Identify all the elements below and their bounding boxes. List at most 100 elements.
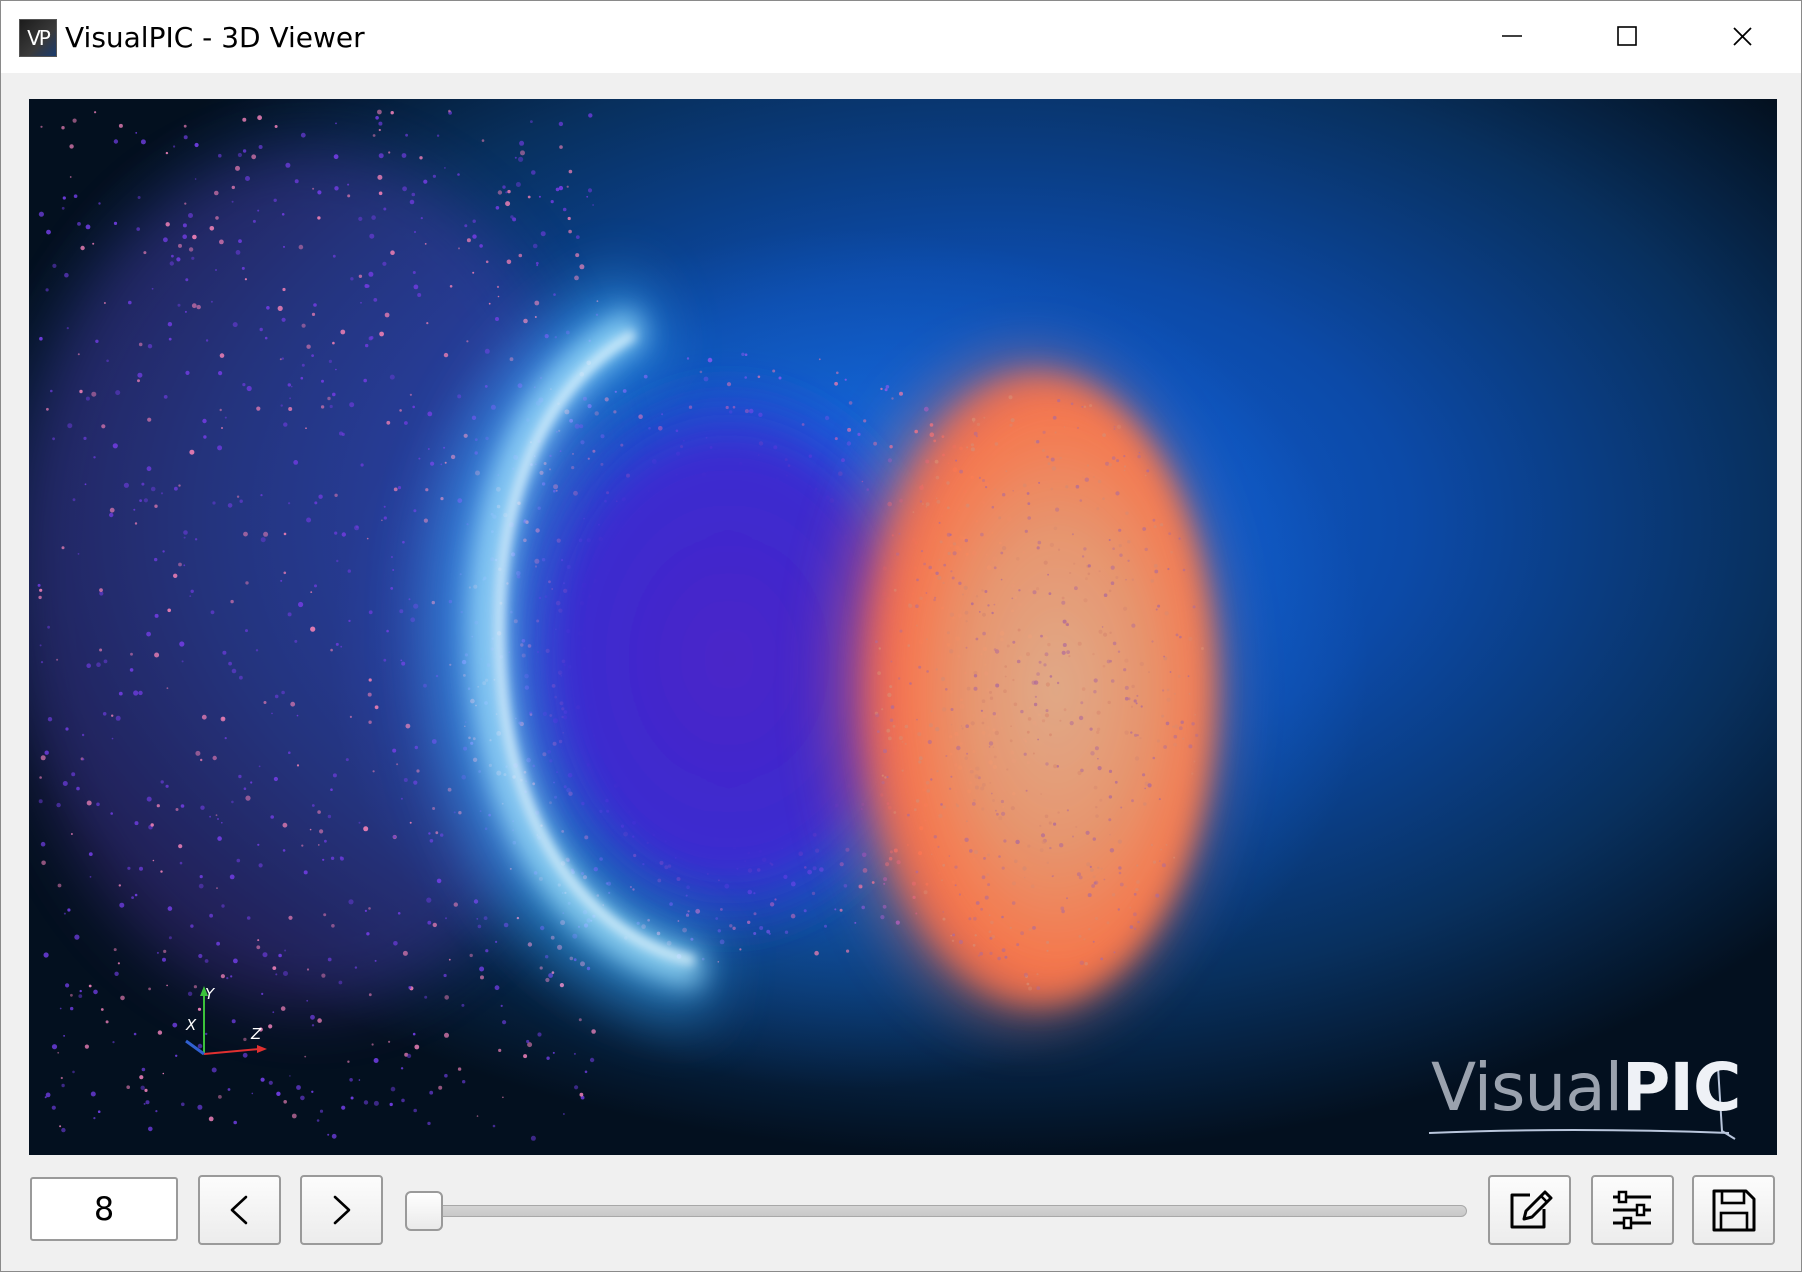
particle-dot [216, 941, 221, 946]
bunch-dot [1056, 681, 1060, 685]
particle-dot [72, 1070, 75, 1074]
particle-dot [448, 958, 451, 961]
bunch-dot [1193, 760, 1196, 763]
particle-dot [575, 253, 580, 258]
bunch-dot [977, 954, 980, 957]
bunch-dot [1168, 532, 1172, 535]
particle-dot [834, 381, 838, 386]
particle-dot [169, 261, 174, 266]
bunch-dot [1032, 752, 1035, 755]
bunch-dot [1137, 454, 1141, 459]
particle-dot [440, 833, 444, 837]
particle-dot [402, 186, 407, 192]
close-button[interactable] [1685, 1, 1800, 73]
slider-handle[interactable] [405, 1191, 443, 1231]
bunch-dot [1147, 783, 1152, 788]
bunch-dot [1081, 555, 1085, 558]
particle-dot [97, 1110, 101, 1113]
bunch-dot [982, 612, 986, 617]
frame-number-input[interactable] [30, 1177, 178, 1241]
particle-dot [226, 977, 229, 980]
save-button[interactable] [1692, 1175, 1775, 1245]
bunch-dot [881, 781, 885, 785]
particle-dot [372, 134, 376, 137]
particle-dot [425, 488, 429, 492]
next-frame-button[interactable] [300, 1175, 383, 1245]
particle-dot [272, 1011, 275, 1014]
particle-dot [382, 261, 387, 266]
particle-dot [384, 312, 390, 318]
particle-dot [472, 234, 477, 239]
particle-dot [40, 755, 46, 761]
bunch-dot [946, 481, 950, 485]
bunch-dot [1119, 882, 1124, 887]
particle-dot [65, 727, 69, 731]
bunch-dot [1109, 848, 1115, 853]
particle-dot [515, 182, 521, 187]
bunch-dot [973, 686, 978, 691]
particle-dot [178, 562, 182, 567]
bunch-dot [1027, 844, 1031, 848]
bunch-dot [915, 870, 919, 874]
particle-dot [483, 916, 488, 920]
particle-dot [424, 243, 427, 245]
slider-track[interactable] [415, 1205, 1467, 1217]
particle-dot [221, 904, 225, 908]
particle-dot [148, 1126, 153, 1132]
particle-dot [179, 641, 185, 647]
particle-dot [218, 371, 223, 376]
particle-dot [162, 550, 165, 553]
particle-dot [559, 145, 563, 149]
bunch-dot [1129, 906, 1132, 909]
bunch-dot [955, 459, 958, 462]
bunch-dot [992, 799, 995, 802]
bunch-dot [1123, 606, 1128, 611]
3d-viewport[interactable]: Y X Z VisualPIC [29, 99, 1777, 1155]
bunch-dot [966, 504, 970, 507]
particle-dot [427, 1121, 431, 1126]
bunch-dot [1068, 655, 1071, 658]
particle-dot [604, 397, 609, 402]
bunch-dot [938, 813, 943, 819]
bunch-dot [1124, 685, 1129, 690]
bunch-dot [1048, 592, 1052, 595]
particle-dot [294, 179, 299, 184]
particle-dot [137, 379, 140, 383]
bunch-dot [938, 521, 941, 524]
particle-dot [349, 402, 355, 408]
bunch-dot [1043, 560, 1048, 565]
particle-dot [262, 952, 268, 958]
bunch-dot [1045, 709, 1049, 713]
particle-dot [154, 652, 160, 658]
maximize-button[interactable] [1570, 1, 1685, 73]
bunch-dot [918, 665, 922, 669]
bunch-dot [1152, 756, 1156, 760]
minimize-button[interactable] [1455, 1, 1570, 73]
particle-dot [111, 737, 114, 740]
bunch-dot [1057, 811, 1060, 814]
bunch-dot [1052, 875, 1055, 877]
particle-dot [562, 207, 567, 212]
particle-dot [99, 648, 103, 652]
bunch-dot [1097, 766, 1102, 771]
particle-dot [98, 202, 101, 205]
bunch-dot [899, 629, 903, 633]
frame-slider[interactable] [403, 1191, 1469, 1231]
bunch-dot [898, 677, 901, 680]
bunch-dot [982, 631, 986, 636]
previous-frame-button[interactable] [198, 1175, 281, 1245]
bunch-dot [1127, 559, 1130, 562]
bunch-dot [1025, 789, 1028, 792]
edit-button[interactable] [1488, 1175, 1571, 1245]
settings-button[interactable] [1591, 1175, 1674, 1245]
bunch-dot [1054, 431, 1057, 434]
bunch-dot [1053, 764, 1058, 769]
particle-dot [551, 971, 555, 974]
bunch-dot [1095, 806, 1098, 809]
particle-dot [531, 170, 536, 175]
particle-dot [331, 924, 335, 928]
bunch-dot [926, 670, 929, 673]
particle-dot [93, 1117, 96, 1120]
bunch-dot [917, 732, 922, 737]
bunch-dot [901, 741, 904, 743]
